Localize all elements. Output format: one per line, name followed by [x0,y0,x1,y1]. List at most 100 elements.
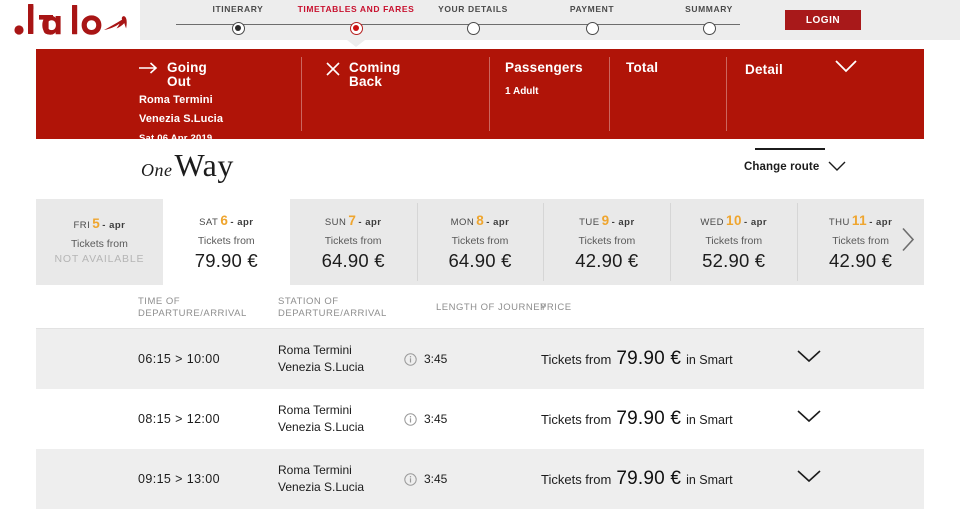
summary-detail[interactable]: Detail [726,49,924,139]
row-price: Tickets from 79.90 € in Smart [541,468,733,490]
date-cell-wed-10[interactable]: WED 10- apr Tickets from 52.90 € [670,199,797,285]
step-dot-icon [585,22,599,35]
change-route-control[interactable]: Change route [744,148,874,176]
date-month: - apr [358,216,382,228]
chevron-down-icon[interactable] [835,60,857,78]
chevron-down-icon[interactable] [797,410,821,428]
info-icon[interactable] [404,412,417,426]
summary-coming-back[interactable]: Coming Back [301,49,489,139]
row-price: Tickets from 79.90 € in Smart [541,348,733,370]
column-header-time: TIME OF DEPARTURE/ARRIVAL [138,296,247,320]
chevron-down-icon[interactable] [797,470,821,488]
date-number: 6 [220,212,229,228]
row-price-class: in Smart [686,413,733,427]
date-number: 5 [92,215,101,231]
row-duration: 3:45 [404,412,447,426]
date-number: 11 [851,212,868,228]
date-selector-strip[interactable]: FRI 5- apr Tickets from NOT AVAILABLE SAT… [36,199,924,285]
summary-going-out[interactable]: Going Out Roma Termini Venezia S.Lucia S… [36,49,301,144]
row-destination: Venezia S.Lucia [278,420,365,434]
date-number: 8 [476,212,485,228]
coming-back-title-line2: Back [349,74,383,89]
results-column-headers: TIME OF DEPARTURE/ARRIVAL STATION OF DEP… [36,285,924,329]
date-cell-sun-7[interactable]: SUN 7- apr Tickets from 64.90 € [290,199,417,285]
row-duration: 3:45 [404,472,447,486]
date-price: 42.90 € [575,249,639,271]
row-price-from: Tickets from [541,472,612,487]
column-header-length: LENGTH OF JOURNEY [436,302,547,313]
tickets-from-label: Tickets from [324,234,382,247]
date-label: TUE 9- apr [579,213,635,228]
date-dow: WED [700,216,724,228]
arrow-right-icon [139,62,159,77]
page-heading-row: OneWay Change route [36,139,924,199]
change-route-underline [755,148,825,150]
change-route-label: Change route [744,160,820,173]
row-duration-value: 3:45 [424,412,448,426]
close-x-icon [325,62,341,79]
date-dow: SAT [199,216,219,228]
row-time: 09:15 > 13:00 [138,472,221,486]
info-icon[interactable] [404,352,417,366]
going-out-origin: Roma Termini [139,94,213,106]
date-label: THU 11- apr [829,213,892,228]
date-dow: TUE [579,216,600,228]
date-cell-fri-5[interactable]: FRI 5- apr Tickets from NOT AVAILABLE [36,199,163,285]
change-route-row[interactable]: Change route [744,157,874,176]
row-station: Roma Termini Venezia S.Lucia [278,462,364,496]
passengers-value: 1 Adult [505,86,539,97]
detail-header: Detail [745,60,924,78]
summary-passengers[interactable]: Passengers 1 Adult [489,49,609,139]
date-price: 42.90 € [829,249,893,271]
table-row[interactable]: 08:15 > 12:00 Roma Termini Venezia S.Luc… [36,389,924,449]
results-list: 06:15 > 10:00 Roma Termini Venezia S.Luc… [36,329,924,509]
row-time: 08:15 > 12:00 [138,412,221,426]
date-month: - apr [230,216,254,228]
date-cell-mon-8[interactable]: MON 8- apr Tickets from 64.90 € [416,199,544,285]
date-price: 52.90 € [702,249,766,271]
date-number: 7 [348,212,357,228]
column-header-time-line2: DEPARTURE/ARRIVAL [138,308,247,319]
passengers-title: Passengers [505,60,583,75]
step-dot-icon [466,22,480,35]
step-dot-icon [702,22,716,35]
chevron-down-icon[interactable] [828,158,846,176]
date-cell-sat-6[interactable]: SAT 6- apr Tickets from 79.90 € [162,199,290,285]
date-dow: MON [450,216,475,228]
tickets-from-label: Tickets from [578,234,636,247]
tickets-from-label: Tickets from [705,234,763,247]
table-row[interactable]: 09:15 > 13:00 Roma Termini Venezia S.Luc… [36,449,924,509]
info-icon[interactable] [404,472,417,486]
date-label: MON 8- apr [451,213,510,228]
stepper-track: ITINERARY TIMETABLES AND FARES YOUR DETA… [158,0,758,47]
row-price-amount: 79.90 € [616,468,682,489]
summary-total[interactable]: Total [609,49,726,139]
active-step-notch [347,40,365,47]
column-header-station-line1: STATION OF [278,296,339,307]
date-price: 64.90 € [321,249,385,271]
row-station: Roma Termini Venezia S.Lucia [278,342,364,376]
row-price-class: in Smart [686,473,733,487]
tickets-from-label: Tickets from [832,234,889,247]
page-title: OneWay [141,147,234,184]
date-cell-tue-9[interactable]: TUE 9- apr Tickets from 42.90 € [543,199,670,285]
chevron-right-icon[interactable] [900,227,916,258]
table-row[interactable]: 06:15 > 10:00 Roma Termini Venezia S.Luc… [36,329,924,389]
row-duration-value: 3:45 [424,472,448,486]
coming-back-header: Coming Back [325,61,489,89]
italo-logo[interactable] [0,0,140,40]
step-label: SUMMARY [685,4,733,14]
date-dow: THU [828,216,850,228]
login-button[interactable]: LOGIN [785,10,861,30]
column-header-station-line2: DEPARTURE/ARRIVAL [278,308,387,319]
date-label: SAT 6- apr [199,213,253,228]
row-price-amount: 79.90 € [616,348,682,369]
step-summary[interactable]: SUMMARY [624,0,794,35]
chevron-down-icon[interactable] [797,350,821,368]
row-duration-value: 3:45 [424,352,448,366]
coming-back-title: Coming Back [349,61,400,89]
date-month: - apr [869,216,893,228]
going-out-title-line1: Going [167,60,207,75]
column-header-time-line1: TIME OF [138,296,181,307]
date-label: WED 10- apr [700,213,767,228]
